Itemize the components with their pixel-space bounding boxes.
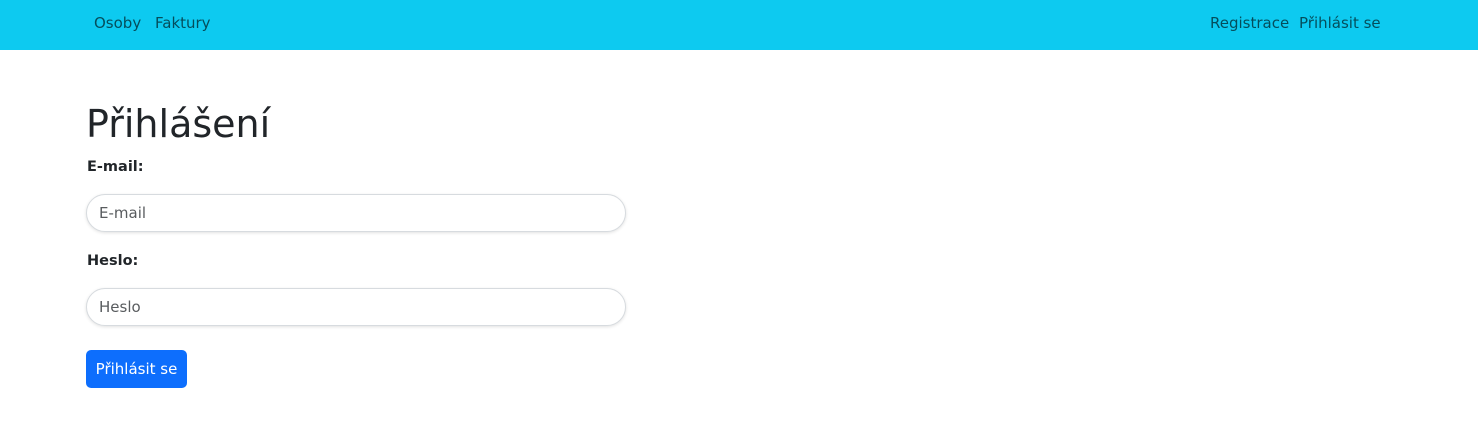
email-field[interactable] <box>86 194 626 232</box>
login-submit-button[interactable]: Přihlásit se <box>86 350 187 388</box>
nav-link-faktury[interactable]: Faktury <box>155 14 211 32</box>
password-label: Heslo: <box>87 253 139 269</box>
nav-link-registrace[interactable]: Registrace <box>1210 14 1289 32</box>
nav-link-login[interactable]: Přihlásit se <box>1299 14 1381 32</box>
top-navbar: Osoby Faktury Registrace Přihlásit se <box>0 0 1478 50</box>
email-label: E-mail: <box>87 159 144 175</box>
password-field[interactable] <box>86 288 626 326</box>
nav-link-osoby[interactable]: Osoby <box>94 14 141 32</box>
page-title: Přihlášení <box>86 102 271 146</box>
